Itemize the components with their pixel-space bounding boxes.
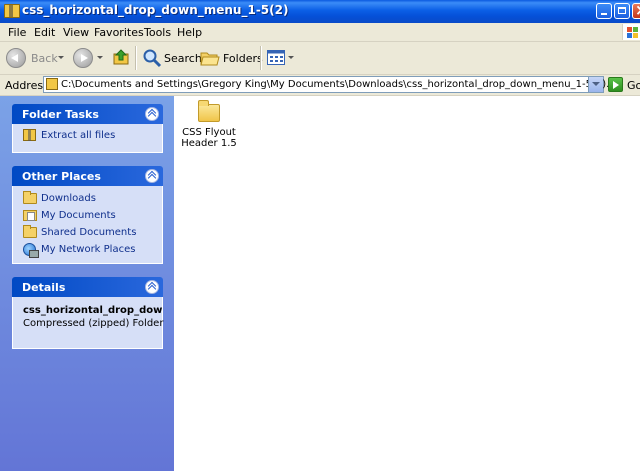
close-button[interactable] [632, 1, 640, 19]
folders-icon[interactable] [200, 49, 220, 67]
place-label[interactable]: My Documents [41, 210, 116, 221]
other-places-header[interactable]: Other Places [12, 166, 163, 186]
forward-arrow-icon[interactable] [73, 48, 93, 68]
go-button-label[interactable]: Go [627, 79, 640, 92]
toolbar-separator [260, 46, 262, 70]
search-icon[interactable] [142, 48, 162, 68]
zip-folder-icon [4, 4, 20, 18]
details-body: css_horizontal_drop_down_ Compressed (zi… [12, 297, 163, 349]
folder-icon[interactable] [198, 100, 220, 122]
panel-title: Other Places [22, 170, 101, 183]
place-label[interactable]: Downloads [41, 193, 96, 204]
menu-view[interactable]: View [63, 26, 89, 39]
views-icon[interactable] [267, 50, 285, 65]
place-label[interactable]: My Network Places [41, 244, 135, 255]
details-file-type: Compressed (zipped) Folder [23, 318, 164, 329]
file-item-css-flyout-header[interactable]: CSS Flyout Header 1.5 [180, 99, 238, 149]
place-my-documents[interactable]: My Documents [23, 208, 162, 225]
forward-dropdown-icon[interactable] [97, 56, 103, 59]
title-bar[interactable]: css_horizontal_drop_down_menu_1-5(2) [0, 0, 640, 23]
menu-tools[interactable]: Tools [144, 26, 171, 39]
folder-icon [23, 191, 37, 204]
place-shared-documents[interactable]: Shared Documents [23, 225, 162, 242]
maximize-button[interactable] [614, 3, 630, 19]
address-input[interactable]: C:\Documents and Settings\Gregory King\M… [43, 76, 624, 93]
task-pane: Folder Tasks Extract all files Other Pla… [0, 96, 174, 471]
collapse-chevron-icon[interactable] [145, 107, 159, 121]
zip-folder-icon [46, 78, 58, 90]
other-places-body: Downloads My Documents Shared Documents … [12, 186, 163, 264]
folder-tasks-body: Extract all files [12, 124, 163, 153]
menu-file[interactable]: File [8, 26, 26, 39]
details-header[interactable]: Details [12, 277, 163, 297]
file-item-label-line2: Header 1.5 [181, 138, 237, 149]
task-extract-all[interactable]: Extract all files [23, 128, 162, 145]
back-dropdown-icon[interactable] [58, 56, 64, 59]
views-dropdown-icon[interactable] [288, 56, 294, 59]
collapse-chevron-icon[interactable] [145, 280, 159, 294]
menu-favorites[interactable]: Favorites [94, 26, 144, 39]
menu-edit[interactable]: Edit [34, 26, 55, 39]
address-path[interactable]: C:\Documents and Settings\Gregory King\M… [61, 79, 624, 90]
network-icon [23, 243, 39, 258]
folders-button-label[interactable]: Folders [223, 52, 263, 65]
collapse-chevron-icon[interactable] [145, 169, 159, 183]
menu-help[interactable]: Help [177, 26, 202, 39]
menu-bar: File Edit View Favorites Tools Help [0, 23, 640, 42]
file-item-label[interactable]: CSS Flyout Header 1.5 [180, 127, 238, 149]
back-button-label[interactable]: Back [31, 52, 58, 65]
details-panel: Details css_horizontal_drop_down_ Compre… [12, 277, 163, 349]
go-arrow-icon[interactable] [608, 77, 623, 92]
task-label[interactable]: Extract all files [41, 130, 115, 141]
place-my-network-places[interactable]: My Network Places [23, 242, 162, 259]
zip-icon [23, 129, 36, 141]
place-label[interactable]: Shared Documents [41, 227, 136, 238]
panel-title: Folder Tasks [22, 108, 99, 121]
details-file-name: css_horizontal_drop_down_ [23, 305, 162, 316]
folder-tasks-panel: Folder Tasks Extract all files [12, 104, 163, 153]
minimize-button[interactable] [596, 3, 612, 19]
back-arrow-icon[interactable] [6, 48, 26, 68]
windows-logo-icon [622, 24, 640, 40]
folder-icon [23, 225, 37, 238]
panel-title: Details [22, 281, 66, 294]
file-list-area[interactable]: CSS Flyout Header 1.5 [174, 96, 640, 471]
folder-tasks-header[interactable]: Folder Tasks [12, 104, 163, 124]
place-downloads[interactable]: Downloads [23, 191, 162, 208]
toolbar: Back Search Folders [0, 42, 640, 75]
up-folder-icon[interactable] [113, 49, 129, 65]
address-dropdown-icon[interactable] [588, 77, 603, 92]
window-title: css_horizontal_drop_down_menu_1-5(2) [22, 3, 289, 17]
address-bar: Address C:\Documents and Settings\Gregor… [0, 75, 640, 96]
toolbar-separator [135, 46, 137, 70]
search-button-label[interactable]: Search [164, 52, 202, 65]
other-places-panel: Other Places Downloads My Documents Shar… [12, 166, 163, 264]
file-item-label-line1: CSS Flyout [182, 127, 236, 138]
my-documents-icon [23, 210, 37, 221]
